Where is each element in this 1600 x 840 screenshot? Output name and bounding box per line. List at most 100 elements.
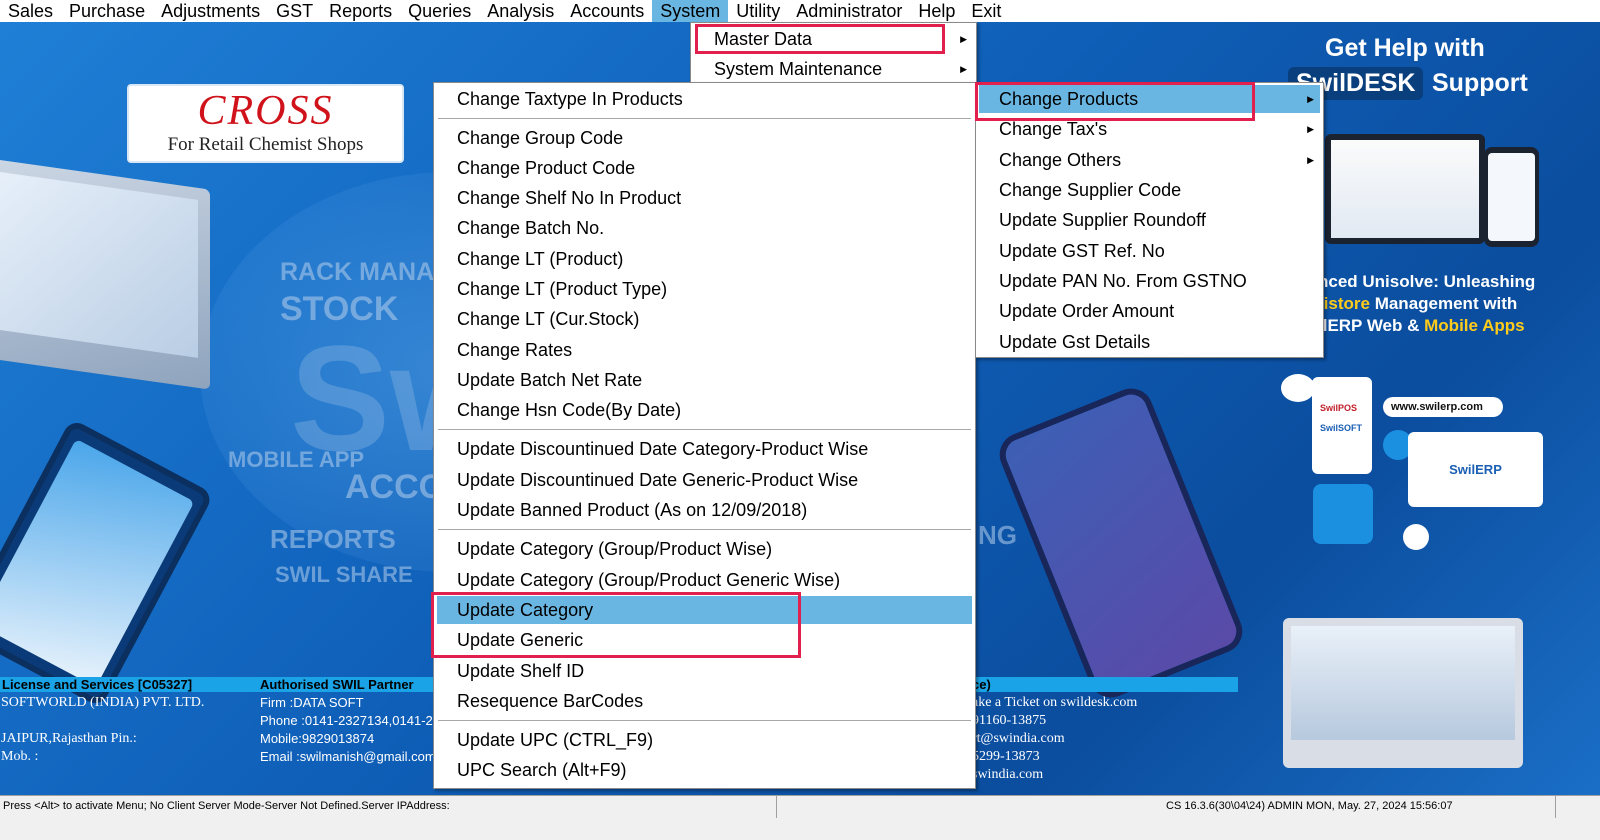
menu-utility[interactable]: Utility (728, 0, 788, 22)
promo-get-help: Get Help with (1325, 34, 1485, 62)
menu-item-update-gst-details[interactable]: Update Gst Details (979, 328, 1320, 356)
submenu-arrow-icon: ▶ (1307, 124, 1314, 134)
menu-item-resequence-barcodes[interactable]: Resequence BarCodes (437, 687, 972, 715)
cart-icon (1403, 524, 1429, 550)
bg-text-reports: REPORTS (270, 524, 396, 554)
phone-illustration-center (993, 381, 1249, 705)
license-line (1, 712, 204, 730)
menu-item-update-gst-ref[interactable]: Update GST Ref. No (979, 237, 1320, 265)
menu-item-change-lt-product[interactable]: Change LT (Product) (437, 245, 972, 273)
license-info: SOFTWORLD (INDIA) PVT. LTD. JAIPUR,Rajas… (1, 694, 204, 766)
menu-sales[interactable]: Sales (0, 0, 61, 22)
menu-item-change-products[interactable]: Change Products ▶ (979, 85, 1320, 113)
menu-item-change-product-code[interactable]: Change Product Code (437, 154, 972, 182)
menu-item-change-rates[interactable]: Change Rates (437, 336, 972, 364)
menu-queries[interactable]: Queries (400, 0, 479, 22)
partner-line: Phone :0141-2327134,0141-2 (260, 713, 433, 728)
menu-item-change-group-code[interactable]: Change Group Code (437, 124, 972, 152)
menu-accounts[interactable]: Accounts (562, 0, 652, 22)
phone-illustration-left (0, 418, 215, 708)
logo-subtitle: For Retail Chemist Shops (167, 134, 364, 155)
menu-item-upc-search[interactable]: UPC Search (Alt+F9) (437, 756, 972, 784)
menu-help[interactable]: Help (910, 0, 963, 22)
menu-item-update-supplier-roundoff[interactable]: Update Supplier Roundoff (979, 206, 1320, 234)
menu-item-system-maintenance[interactable]: System Maintenance ▶ (694, 55, 973, 83)
menu-adjustments[interactable]: Adjustments (153, 0, 268, 22)
menu-item-change-lt-cur-stock[interactable]: Change LT (Cur.Stock) (437, 305, 972, 333)
status-text-right: CS 16.3.6(30\04\24) ADMIN MON, May. 27, … (1166, 800, 1453, 812)
badge-soft: SwilSOFT (1320, 423, 1363, 433)
partner-title: Authorised SWIL Partner (260, 677, 414, 692)
menu-analysis[interactable]: Analysis (479, 0, 562, 22)
menu-item-label: Change Tax's (999, 119, 1108, 139)
menu-item-update-batch-net-rate[interactable]: Update Batch Net Rate (437, 366, 972, 394)
bg-text-rack: RACK MANA (280, 258, 435, 286)
license-line: Mob. : (1, 749, 39, 764)
menu-purchase[interactable]: Purchase (61, 0, 153, 22)
menu-item-update-discontinued-generic[interactable]: Update Discountinued Date Generic-Produc… (437, 466, 972, 494)
menu-item-update-pan[interactable]: Update PAN No. From GSTNO (979, 267, 1320, 295)
menu-item-update-banned-product[interactable]: Update Banned Product (As on 12/09/2018) (437, 496, 972, 524)
support-line: 91160-13875 (972, 713, 1047, 728)
support-line: rt@swindia.com (972, 731, 1065, 746)
promo-line-1: nced Unisolve: Unleashing (1318, 272, 1535, 292)
menu-item-label: Master Data (714, 29, 813, 49)
menu-system[interactable]: System (652, 0, 729, 22)
menu-item-change-batch-no[interactable]: Change Batch No. (437, 214, 972, 242)
menu-separator (438, 529, 971, 530)
support-strip: ce) (972, 677, 1238, 692)
laptop-screen (0, 168, 198, 358)
promo-line-3-a: ilERP Web (1318, 316, 1403, 335)
partner-info: Firm :DATA SOFT Phone :0141-2327134,0141… (260, 694, 436, 766)
menu-item-change-hsn-code[interactable]: Change Hsn Code(By Date) (437, 396, 972, 424)
status-separator (776, 796, 777, 818)
menu-gst[interactable]: GST (268, 0, 321, 22)
menu-item-update-category-group-product[interactable]: Update Category (Group/Product Wise) (437, 535, 972, 563)
menu-item-update-discontinued-category[interactable]: Update Discountinued Date Category-Produ… (437, 435, 972, 463)
menu-item-change-others[interactable]: Change Others ▶ (979, 146, 1320, 174)
menu-item-change-taxtype[interactable]: Change Taxtype In Products (437, 85, 972, 113)
bg-text-mobile: MOBILE APP (228, 447, 365, 472)
promo-laptop-screen (1331, 140, 1479, 238)
menu-item-update-order-amount[interactable]: Update Order Amount (979, 297, 1320, 325)
partner-line: Firm :DATA SOFT (260, 695, 364, 710)
license-line: JAIPUR,Rajasthan Pin.: (1, 731, 137, 746)
menu-administrator[interactable]: Administrator (788, 0, 910, 22)
promo-laptop-bottom-screen (1291, 626, 1515, 740)
submenu-arrow-icon: ▶ (960, 64, 967, 74)
menu-item-change-lt-product-type[interactable]: Change LT (Product Type) (437, 275, 972, 303)
menu-exit[interactable]: Exit (963, 0, 1009, 22)
menu-bar: Sales Purchase Adjustments GST Reports Q… (0, 0, 1600, 22)
products-submenu: Change Products ▶ Change Tax's ▶ Change … (975, 82, 1324, 358)
menu-item-update-shelf-id[interactable]: Update Shelf ID (437, 657, 972, 685)
menu-item-update-category[interactable]: Update Category (437, 596, 972, 624)
submenu-arrow-icon: ▶ (1307, 155, 1314, 165)
mail-icon (1313, 484, 1373, 544)
menu-reports[interactable]: Reports (321, 0, 400, 22)
partner-line: Email :swilmanish@gmail.com (260, 749, 436, 764)
promo-line-1-text: nced Unisolve: Unleashing (1318, 272, 1536, 291)
menu-item-update-category-group-generic[interactable]: Update Category (Group/Product Generic W… (437, 566, 972, 594)
menu-item-master-data[interactable]: Master Data ▶ (694, 25, 973, 53)
menu-separator (438, 720, 971, 721)
submenu-arrow-icon: ▶ (1307, 94, 1314, 104)
menu-item-update-upc[interactable]: Update UPC (CTRL_F9) (437, 726, 972, 754)
promo-url-bar: www.swilerp.com (1383, 397, 1503, 417)
partner-line: Mobile:9829013874 (260, 731, 375, 746)
license-line: SOFTWORLD (INDIA) PVT. LTD. (1, 695, 205, 710)
phone-screen-left (0, 438, 195, 688)
menu-item-change-taxes[interactable]: Change Tax's ▶ (979, 115, 1320, 143)
system-dropdown: Master Data ▶ System Maintenance ▶ (690, 22, 977, 86)
promo-line-2-highlight: tistore (1318, 294, 1370, 313)
menu-item-update-generic[interactable]: Update Generic (437, 626, 972, 654)
cross-logo: CROSS For Retail Chemist Shops (127, 84, 404, 163)
menu-item-change-supplier-code[interactable]: Change Supplier Code (979, 176, 1320, 204)
promo-line-3-b: & (1402, 316, 1425, 335)
promo-support: Support (1432, 69, 1528, 97)
menu-item-label: System Maintenance (714, 59, 883, 79)
window-bottom-edge (0, 818, 1600, 840)
menu-item-label: Change Products (999, 89, 1139, 109)
logo-title: CROSS (197, 88, 334, 134)
bg-text-swil-share: SWIL SHARE (275, 562, 413, 587)
menu-item-change-shelf-no[interactable]: Change Shelf No In Product (437, 184, 972, 212)
